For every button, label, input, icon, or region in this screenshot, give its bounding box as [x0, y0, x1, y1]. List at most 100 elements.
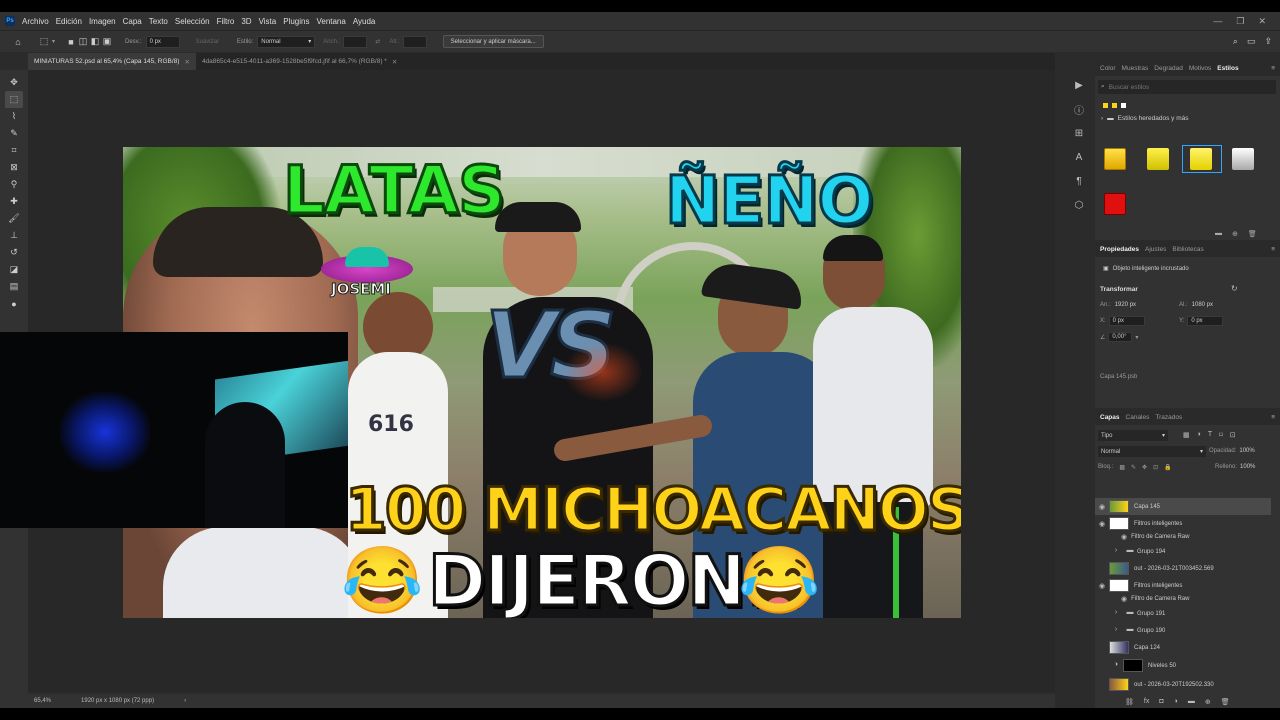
tab-motivos[interactable]: Motivos [1189, 65, 1211, 72]
zoom-level[interactable]: 65,4% [34, 698, 51, 704]
panel-menu-icon[interactable]: ≡ [1271, 414, 1275, 421]
lock-all-icon[interactable]: 🔒 [1164, 464, 1171, 471]
eye-icon[interactable]: ◉ [1095, 582, 1109, 590]
history-brush-icon[interactable]: ↺ [5, 244, 23, 261]
tab-muestras[interactable]: Muestras [1122, 65, 1149, 72]
share-icon[interactable]: ⇪ [1264, 36, 1272, 47]
tab-document-1[interactable]: MINIATURAS 52.psd al 65,4% (Capa 145, RG… [28, 53, 196, 70]
lock-transparency-icon[interactable]: ▩ [1119, 464, 1125, 471]
height-input[interactable] [402, 35, 427, 48]
link-layers-icon[interactable]: ⛓ [1125, 698, 1134, 706]
lock-pixels-icon[interactable]: ✎ [1131, 464, 1136, 471]
menu-seleccion[interactable]: Selección [175, 17, 210, 26]
chevron-right-icon[interactable]: › [1109, 626, 1123, 636]
adjustment-icon[interactable]: ◑ [1174, 698, 1178, 706]
layer-row[interactable]: › ▬ Grupo 191 [1095, 605, 1271, 622]
panel-menu-icon[interactable]: ≡ [1271, 65, 1275, 72]
eye-icon[interactable]: ◉ [1095, 503, 1109, 511]
info-icon[interactable]: ⓘ [1072, 102, 1086, 117]
menu-imagen[interactable]: Imagen [89, 17, 116, 26]
styles-search-input[interactable]: ⌕ Buscar estilos [1098, 80, 1276, 94]
swap-icon[interactable]: ⇄ [375, 38, 380, 45]
chevron-down-icon[interactable]: ▾ [1135, 334, 1138, 341]
tab-bibliotecas[interactable]: Bibliotecas [1172, 246, 1203, 253]
tab-propiedades[interactable]: Propiedades [1100, 246, 1139, 253]
gradient-tool-icon[interactable]: ▤ [5, 278, 23, 295]
lasso-tool-icon[interactable]: ⌇ [5, 108, 23, 125]
y-input[interactable]: 0 px [1187, 316, 1224, 326]
menu-archivo[interactable]: Archivo [22, 17, 49, 26]
minimize-icon[interactable]: — [1213, 16, 1222, 27]
stamp-tool-icon[interactable]: ⊥ [5, 227, 23, 244]
brush-tool-icon[interactable]: 🖌 [5, 210, 23, 227]
menu-capa[interactable]: Capa [123, 17, 142, 26]
blend-mode-select[interactable]: Normal ▾ [1098, 446, 1206, 457]
character-icon[interactable]: A [1072, 150, 1086, 164]
home-icon[interactable]: ⌂ [12, 36, 24, 48]
marquee-tool-icon[interactable]: ⬚ [5, 91, 23, 108]
fill-value[interactable]: 100% [1240, 464, 1255, 470]
photoshop-logo-icon[interactable]: Ps [5, 16, 15, 26]
recent-style-1[interactable] [1103, 103, 1108, 108]
recent-style-2[interactable] [1112, 103, 1117, 108]
layer-filter-select[interactable]: Tipo ▾ [1098, 430, 1168, 441]
layer-row[interactable]: out - 2026-03-21T003452.569 [1095, 560, 1271, 577]
search-icon[interactable]: ⌕ [1233, 36, 1238, 47]
chevron-down-icon[interactable]: ▾ [52, 38, 55, 45]
adjustment-filter-icon[interactable]: ◑ [1197, 431, 1201, 439]
menu-ventana[interactable]: Ventana [316, 17, 345, 26]
x-input[interactable]: 0 px [1108, 316, 1145, 326]
lock-position-icon[interactable]: ✥ [1142, 464, 1147, 471]
restore-icon[interactable]: ❐ [1236, 16, 1244, 27]
pixel-filter-icon[interactable]: ▦ [1183, 431, 1190, 439]
menu-ayuda[interactable]: Ayuda [353, 17, 376, 26]
play-icon[interactable]: ▶ [1072, 78, 1086, 92]
style-swatch-5[interactable] [1104, 193, 1126, 215]
chevron-right-icon[interactable]: › [1109, 609, 1123, 619]
chevron-right-icon[interactable]: › [184, 698, 186, 704]
layer-row[interactable]: ◑ Niveles 50 [1095, 657, 1271, 674]
select-and-mask-button[interactable]: Seleccionar y aplicar máscara... [442, 35, 544, 48]
eyedropper-tool-icon[interactable]: ⚲ [5, 176, 23, 193]
canvas-area[interactable]: 616 LATAS ÑEÑO JOSEMI VS 100 MICHOACANOS… [0, 70, 1055, 692]
menu-filtro[interactable]: Filtro [217, 17, 235, 26]
menu-vista[interactable]: Vista [259, 17, 277, 26]
folder-icon[interactable]: ▬ [1215, 230, 1222, 238]
angle-input[interactable]: 0,00° [1108, 332, 1133, 342]
new-group-icon[interactable]: ▬ [1188, 698, 1195, 706]
tab-ajustes[interactable]: Ajustes [1145, 246, 1166, 253]
workspace-icon[interactable]: ▭ [1247, 36, 1256, 47]
new-layer-icon[interactable]: ⊕ [1205, 698, 1211, 706]
layer-row[interactable]: › ▬ Grupo 190 [1095, 622, 1271, 639]
close-icon[interactable]: ✕ [184, 58, 189, 66]
style-select[interactable]: Normal ▾ [257, 35, 316, 48]
style-swatch-3[interactable] [1190, 148, 1212, 170]
recent-style-3[interactable] [1121, 103, 1126, 108]
chevron-right-icon[interactable]: › [1109, 547, 1123, 557]
move-tool-icon[interactable]: ✥ [5, 74, 23, 91]
fx-icon[interactable]: fx [1144, 698, 1149, 706]
adjustments-icon[interactable]: ⊞ [1072, 126, 1086, 140]
style-swatch-4[interactable] [1232, 148, 1254, 170]
reset-transform-icon[interactable]: ↻ [1231, 284, 1238, 293]
menu-texto[interactable]: Texto [149, 17, 168, 26]
layer-row[interactable]: › ▬ Grupo 194 [1095, 543, 1271, 560]
subtract-selection-icon[interactable]: ◧ [89, 36, 101, 48]
tab-degradad[interactable]: Degradad [1154, 65, 1183, 72]
feather-input[interactable]: 0 px [145, 35, 180, 48]
antialias-label[interactable]: Suavizar [196, 39, 219, 45]
tab-estilos[interactable]: Estilos [1217, 65, 1238, 72]
layer-row[interactable]: Capa 124 [1095, 639, 1271, 656]
menu-plugins[interactable]: Plugins [283, 17, 309, 26]
style-swatch-2[interactable] [1147, 148, 1169, 170]
eraser-tool-icon[interactable]: ◪ [5, 261, 23, 278]
shape-filter-icon[interactable]: ⌑ [1219, 431, 1223, 439]
healing-tool-icon[interactable]: ✚ [5, 193, 23, 210]
trash-icon[interactable]: 🗑 [1221, 698, 1230, 706]
trash-icon[interactable]: 🗑 [1248, 230, 1257, 238]
eye-icon[interactable]: ◉ [1121, 595, 1127, 603]
tab-color[interactable]: Color [1100, 65, 1116, 72]
tab-capas[interactable]: Capas [1100, 414, 1120, 421]
menu-3d[interactable]: 3D [241, 17, 251, 26]
smart-filter-icon[interactable]: ⊡ [1230, 431, 1236, 439]
